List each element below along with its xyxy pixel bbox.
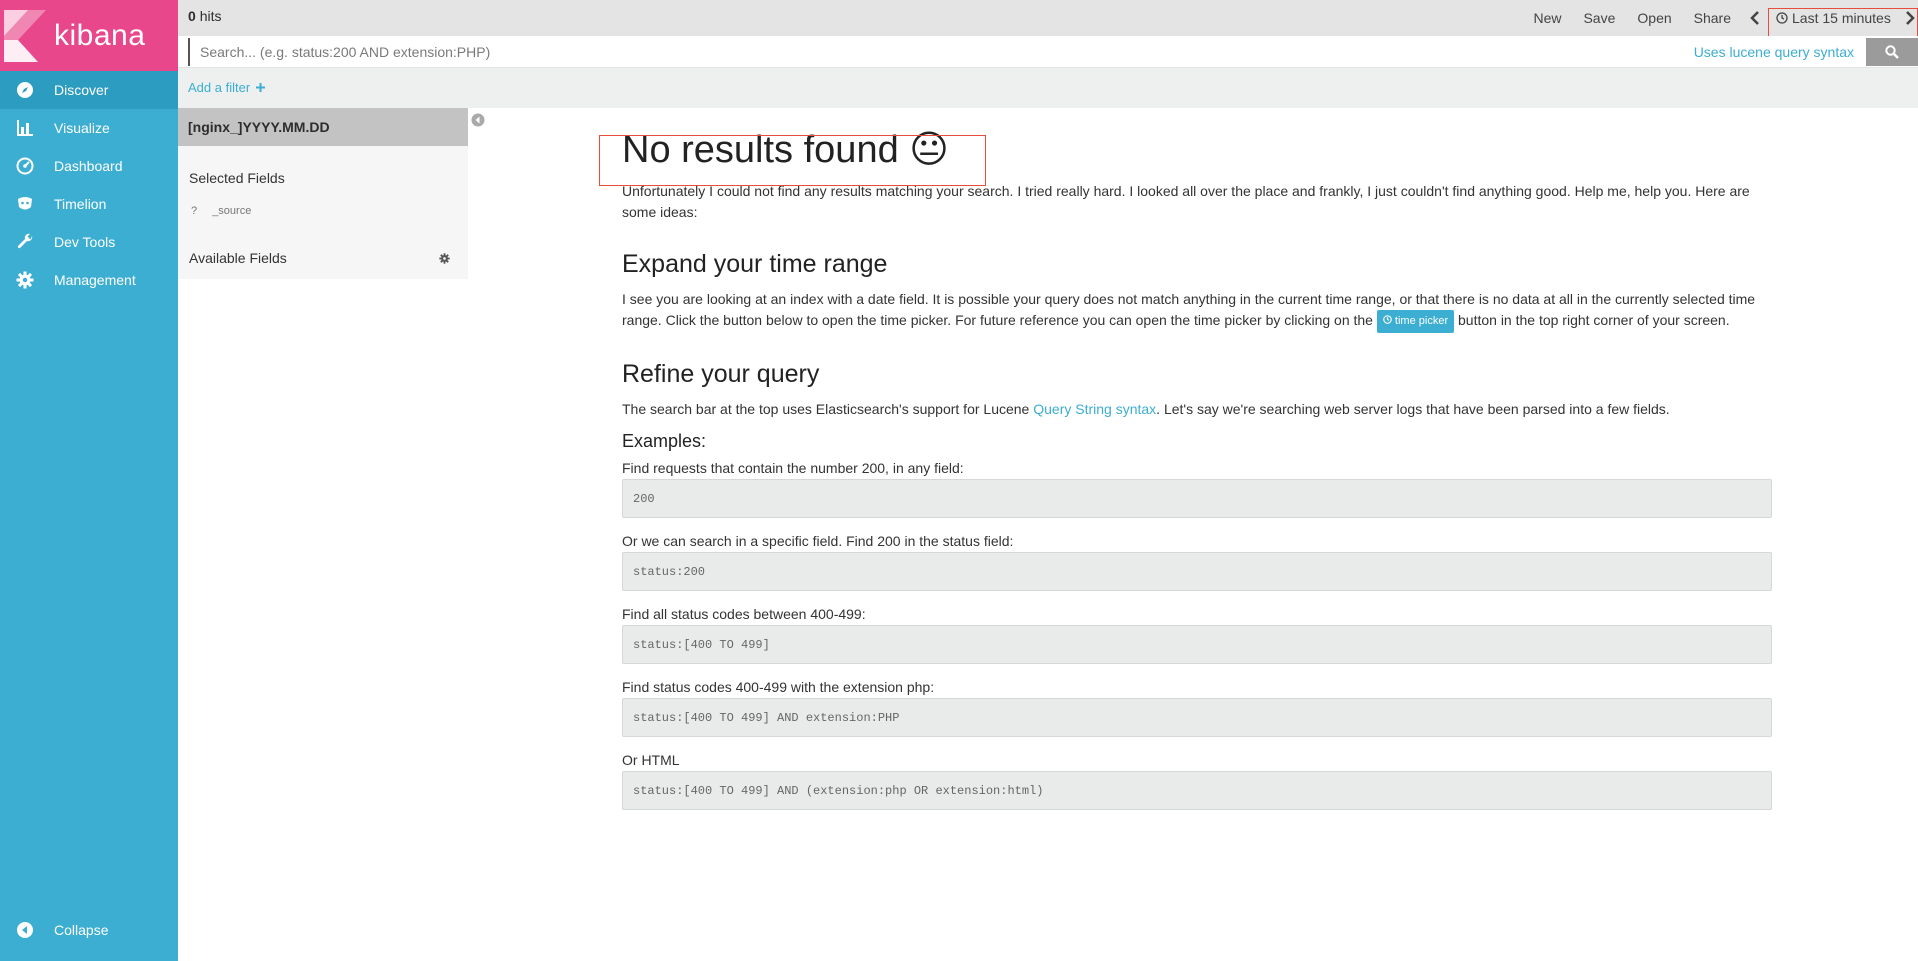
query-string-syntax-link[interactable]: Query String syntax	[1033, 401, 1156, 417]
timelion-icon	[14, 193, 36, 215]
hits-count: 0 hits	[188, 8, 221, 24]
sidebar-item-label: Management	[54, 272, 136, 288]
collapse-label: Collapse	[54, 922, 109, 938]
field-panel: [nginx_]YYYY.MM.DD Selected Fields ? _so…	[178, 108, 468, 279]
sidebar-item-label: Timelion	[54, 196, 107, 212]
examples-title: Examples:	[622, 431, 707, 451]
no-results-panel: No results found 😐 Unfortunately I could…	[599, 125, 1772, 825]
bar-chart-icon	[14, 117, 36, 139]
top-bar: 0 hits New Save Open Share Last 15 minut…	[178, 0, 1918, 45]
refine-query-title: Refine your query	[622, 360, 820, 388]
index-pattern-selector[interactable]: [nginx_]YYYY.MM.DD	[178, 108, 468, 146]
lucene-syntax-link[interactable]: Uses lucene query syntax	[1694, 44, 1854, 60]
intro-text: Unfortunately I could not find any resul…	[622, 183, 1750, 220]
available-fields-header: Available Fields	[178, 250, 468, 266]
add-filter-button[interactable]: Add a filter	[188, 80, 265, 95]
compass-icon	[14, 79, 36, 101]
example-item: Find all status codes between 400-499: s…	[622, 606, 1772, 664]
sidebar-item-management[interactable]: Management	[0, 261, 178, 299]
gear-icon	[14, 269, 36, 291]
search-icon	[1885, 45, 1899, 59]
clock-icon	[1776, 12, 1788, 24]
example-label: Find requests that contain the number 20…	[622, 460, 964, 476]
example-code: 200	[622, 479, 1772, 518]
logo-text: kibana	[54, 18, 146, 52]
example-label: Or HTML	[622, 752, 680, 768]
sidebar-item-dashboard[interactable]: Dashboard	[0, 147, 178, 185]
example-label: Find all status codes between 400-499:	[622, 606, 866, 622]
example-code: status:[400 TO 499] AND (extension:php O…	[622, 771, 1772, 810]
expand-time-title: Expand your time range	[622, 250, 888, 278]
hits-label: hits	[199, 8, 222, 24]
example-item: Find status codes 400-499 with the exten…	[622, 679, 1772, 737]
save-button[interactable]: Save	[1572, 10, 1626, 26]
example-code: status:[400 TO 499] AND extension:PHP	[622, 698, 1772, 737]
search-input[interactable]	[188, 38, 1688, 66]
add-filter-label: Add a filter	[188, 80, 251, 95]
example-code: status:[400 TO 499]	[622, 625, 1772, 664]
example-item: Or HTML status:[400 TO 499] AND (extensi…	[622, 752, 1772, 810]
sidebar-item-label: Discover	[54, 82, 109, 98]
gear-icon[interactable]	[439, 252, 450, 264]
plus-icon	[255, 83, 265, 92]
example-code: status:200	[622, 552, 1772, 591]
hits-number: 0	[188, 8, 196, 24]
sidebar-item-visualize[interactable]: Visualize	[0, 109, 178, 147]
selected-fields-title: Selected Fields	[189, 170, 285, 186]
sidebar-item-dev-tools[interactable]: Dev Tools	[0, 223, 178, 261]
open-button[interactable]: Open	[1626, 10, 1682, 26]
sidebar: kibana Discover Visualize Dashboard Time…	[0, 0, 178, 961]
time-range-picker[interactable]: Last 15 minutes	[1768, 0, 1918, 45]
nav-list: Discover Visualize Dashboard Timelion De…	[0, 71, 178, 299]
sidebar-item-discover[interactable]: Discover	[0, 71, 178, 109]
refine-query-text: The search bar at the top uses Elasticse…	[622, 399, 1772, 420]
kibana-logo[interactable]: kibana	[0, 0, 178, 71]
time-picker-button[interactable]: time picker	[1376, 310, 1455, 333]
example-item: Or we can search in a specific field. Fi…	[622, 533, 1772, 591]
share-button[interactable]: Share	[1683, 10, 1742, 26]
expand-time-text: I see you are looking at an index with a…	[622, 289, 1772, 333]
time-picker-label: time picker	[1394, 315, 1449, 327]
sidebar-item-timelion[interactable]: Timelion	[0, 185, 178, 223]
time-back-button[interactable]	[1742, 11, 1768, 25]
available-fields-title: Available Fields	[189, 250, 287, 266]
expand-text-part-2: button in the top right corner of your s…	[1458, 312, 1730, 328]
example-label: Find status codes 400-499 with the exten…	[622, 679, 935, 695]
clock-icon	[1383, 315, 1392, 324]
chevron-left-icon	[1750, 11, 1759, 25]
search-button[interactable]	[1866, 38, 1918, 66]
refine-text-part-1: The search bar at the top uses Elasticse…	[622, 401, 1030, 417]
field-name: _source	[212, 205, 252, 217]
new-button[interactable]: New	[1522, 10, 1572, 26]
field-type-icon: ?	[191, 205, 198, 217]
time-range-label: Last 15 minutes	[1792, 10, 1891, 26]
page-title: No results found 😐	[622, 129, 949, 171]
sidebar-item-label: Visualize	[54, 120, 110, 136]
dashboard-gauge-icon	[14, 155, 36, 177]
example-label: Or we can search in a specific field. Fi…	[622, 533, 1014, 549]
kibana-logo-mark-icon	[4, 9, 46, 62]
refine-text-part-2: . Let's say we're searching web server l…	[1156, 401, 1670, 417]
sidebar-item-label: Dashboard	[54, 158, 123, 174]
filter-bar: Add a filter	[178, 68, 1918, 108]
collapse-arrow-icon	[14, 919, 36, 941]
sidebar-item-label: Dev Tools	[54, 234, 116, 250]
chevron-right-icon[interactable]	[1905, 11, 1915, 25]
field-item-source[interactable]: ? _source	[178, 205, 468, 217]
wrench-icon	[14, 231, 36, 253]
collapse-sidebar-icon[interactable]	[471, 113, 485, 127]
collapse-button[interactable]: Collapse	[0, 911, 178, 949]
example-item: Find requests that contain the number 20…	[622, 460, 1772, 518]
search-bar: Uses lucene query syntax	[178, 36, 1918, 68]
top-menu: New Save Open Share Last 15 minutes	[1522, 0, 1918, 45]
